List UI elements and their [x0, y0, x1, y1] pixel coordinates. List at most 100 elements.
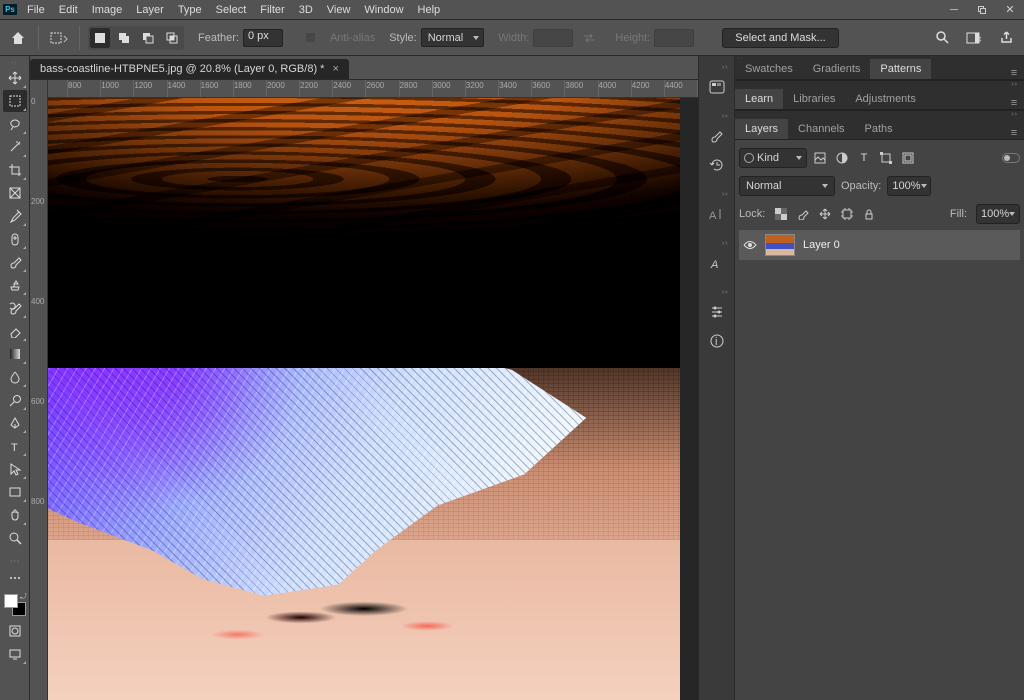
gradient-tool[interactable]	[3, 343, 27, 365]
search-icon[interactable]	[930, 26, 954, 50]
foreground-background-swatch[interactable]: ⤾	[4, 594, 26, 616]
eraser-tool[interactable]	[3, 320, 27, 342]
filter-pixel-icon[interactable]	[813, 151, 827, 165]
rectangle-tool[interactable]	[3, 481, 27, 503]
tab-layers[interactable]: Layers	[735, 119, 788, 139]
tab-learn[interactable]: Learn	[735, 89, 783, 109]
paragraph-panel-icon[interactable]: A	[703, 249, 731, 277]
workspace-switcher-icon[interactable]	[962, 26, 986, 50]
history-brush-tool[interactable]	[3, 297, 27, 319]
menu-image[interactable]: Image	[85, 0, 130, 20]
tab-swatches[interactable]: Swatches	[735, 59, 803, 79]
dodge-tool[interactable]	[3, 389, 27, 411]
info-panel-icon[interactable]: i	[703, 327, 731, 355]
swap-colors-icon[interactable]: ⤾	[20, 592, 27, 602]
lock-artboard-icon[interactable]	[840, 208, 853, 221]
history-panel-icon[interactable]	[703, 151, 731, 179]
tool-preset-picker[interactable]	[47, 26, 71, 50]
panel-menu-icon[interactable]: ≡	[1004, 97, 1024, 109]
window-close[interactable]: ✕	[996, 0, 1024, 20]
selection-add-icon[interactable]	[114, 28, 134, 48]
tab-libraries[interactable]: Libraries	[783, 89, 845, 109]
blur-tool[interactable]	[3, 366, 27, 388]
blend-mode-select[interactable]: Normal	[739, 176, 835, 196]
tab-gradients[interactable]: Gradients	[803, 59, 871, 79]
foreground-color-swatch[interactable]	[4, 594, 18, 608]
horizontal-ruler[interactable]: 8001000 12001400 16001800 20002200 24002…	[48, 80, 698, 98]
filter-type-icon[interactable]: T	[857, 151, 871, 165]
clone-stamp-tool[interactable]	[3, 274, 27, 296]
layer-row[interactable]: Layer 0	[739, 230, 1020, 260]
close-tab-icon[interactable]: ×	[332, 63, 338, 75]
filter-shape-icon[interactable]	[879, 151, 893, 165]
window-restore[interactable]	[968, 0, 996, 20]
move-tool[interactable]	[3, 67, 27, 89]
menu-3d[interactable]: 3D	[292, 0, 320, 20]
document-area: bass-coastline-HTBPNE5.jpg @ 20.8% (Laye…	[30, 56, 698, 700]
fill-input[interactable]: 100%	[976, 204, 1020, 224]
menu-filter[interactable]: Filter	[253, 0, 291, 20]
filter-smart-icon[interactable]	[901, 151, 915, 165]
tab-paths[interactable]: Paths	[855, 119, 903, 139]
zoom-tool[interactable]	[3, 527, 27, 549]
screen-mode-toggle[interactable]	[3, 643, 27, 665]
opacity-input[interactable]: 100%	[887, 176, 931, 196]
magic-wand-tool[interactable]	[3, 136, 27, 158]
tab-adjustments[interactable]: Adjustments	[845, 89, 926, 109]
menu-view[interactable]: View	[320, 0, 358, 20]
window-minimize[interactable]: ─	[940, 0, 968, 20]
panel-menu-icon[interactable]: ≡	[1004, 127, 1024, 139]
character-panel-icon[interactable]: A	[703, 200, 731, 228]
layer-filter-toggle[interactable]	[1002, 153, 1020, 163]
crop-tool[interactable]	[3, 159, 27, 181]
swatches-gradients-patterns-tabs: ·· Swatches Gradients Patterns ≡	[735, 56, 1024, 80]
path-selection-tool[interactable]	[3, 458, 27, 480]
menu-help[interactable]: Help	[411, 0, 448, 20]
color-panel-icon[interactable]	[703, 73, 731, 101]
lock-transparency-icon[interactable]	[774, 208, 787, 221]
lock-image-icon[interactable]	[796, 208, 809, 221]
frame-tool[interactable]	[3, 182, 27, 204]
share-icon[interactable]	[994, 26, 1018, 50]
layer-thumbnail[interactable]	[765, 234, 795, 256]
menu-type[interactable]: Type	[171, 0, 209, 20]
menu-layer[interactable]: Layer	[129, 0, 171, 20]
select-and-mask-button[interactable]: Select and Mask...	[722, 28, 839, 48]
brushes-panel-icon[interactable]	[703, 122, 731, 150]
tab-patterns[interactable]: Patterns	[870, 59, 931, 79]
lock-position-icon[interactable]	[818, 208, 831, 221]
home-button[interactable]	[6, 26, 30, 50]
properties-panel-icon[interactable]	[703, 298, 731, 326]
panel-menu-icon[interactable]: ≡	[1004, 67, 1024, 79]
hand-tool[interactable]	[3, 504, 27, 526]
selection-subtract-icon[interactable]	[138, 28, 158, 48]
selection-new-icon[interactable]	[90, 28, 110, 48]
pen-tool[interactable]	[3, 412, 27, 434]
eyedropper-tool[interactable]	[3, 205, 27, 227]
menu-select[interactable]: Select	[209, 0, 254, 20]
lasso-tool[interactable]	[3, 113, 27, 135]
type-tool[interactable]: T	[3, 435, 27, 457]
healing-brush-tool[interactable]	[3, 228, 27, 250]
selection-intersect-icon[interactable]	[162, 28, 182, 48]
menu-window[interactable]: Window	[357, 0, 410, 20]
layer-name[interactable]: Layer 0	[803, 239, 840, 251]
lock-all-icon[interactable]	[862, 208, 875, 221]
canvas[interactable]	[48, 98, 698, 700]
style-label: Style:	[389, 32, 417, 44]
document-tab[interactable]: bass-coastline-HTBPNE5.jpg @ 20.8% (Laye…	[30, 59, 349, 79]
layer-list[interactable]: Layer 0	[739, 230, 1020, 700]
marquee-tool[interactable]	[3, 90, 27, 112]
feather-input[interactable]: 0 px	[243, 29, 283, 47]
filter-adjust-icon[interactable]	[835, 151, 849, 165]
style-select[interactable]: Normal	[421, 28, 484, 47]
edit-toolbar-button[interactable]	[3, 567, 27, 589]
brush-tool[interactable]	[3, 251, 27, 273]
menu-file[interactable]: File	[20, 0, 52, 20]
tab-channels[interactable]: Channels	[788, 119, 854, 139]
layer-visibility-icon[interactable]	[743, 240, 757, 250]
quick-mask-toggle[interactable]	[3, 620, 27, 642]
menu-edit[interactable]: Edit	[52, 0, 85, 20]
vertical-ruler[interactable]: 0 200 400 600 800	[30, 80, 48, 700]
layer-filter-kind[interactable]: Kind	[739, 148, 807, 168]
